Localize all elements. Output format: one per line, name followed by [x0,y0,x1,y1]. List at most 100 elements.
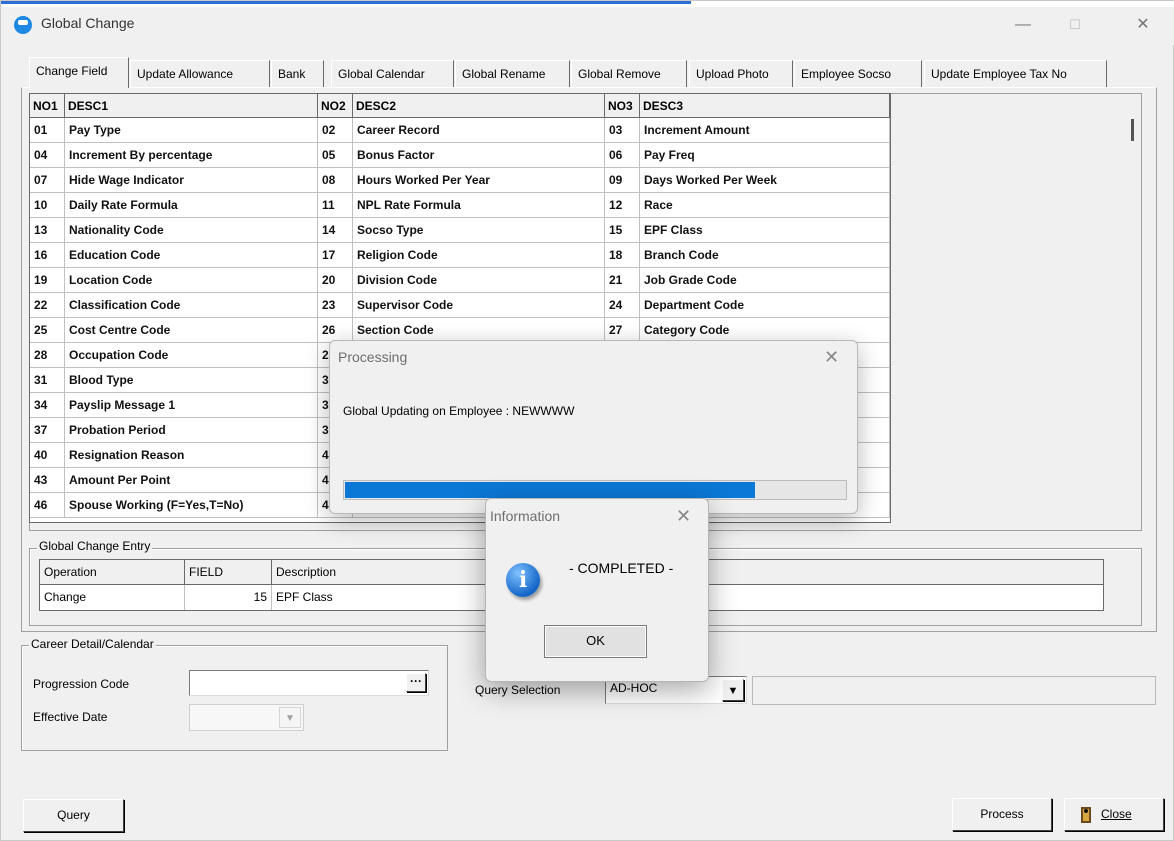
grid-cell-desc3[interactable]: Race [640,193,890,218]
close-button-label: Close [1101,807,1132,821]
grid-cell-no3[interactable]: 18 [605,243,640,268]
grid-cell-no3[interactable]: 21 [605,268,640,293]
grid-cell-no1[interactable]: 25 [30,318,65,343]
grid-cell-desc2[interactable]: Bonus Factor [353,143,605,168]
progression-code-input[interactable] [189,670,429,696]
grid-cell-no3[interactable]: 03 [605,118,640,143]
entry-cell-operation[interactable]: Change [40,585,185,610]
grid-cell-no1[interactable]: 19 [30,268,65,293]
grid-cell-desc1[interactable]: Spouse Working (F=Yes,T=No) [65,493,318,518]
query-selection-extra-field[interactable] [752,676,1156,705]
grid-cell-desc3[interactable]: Pay Freq [640,143,890,168]
grid-cell-desc3[interactable]: Branch Code [640,243,890,268]
vertical-scrollbar[interactable] [1123,97,1140,527]
grid-cell-no2[interactable]: 17 [318,243,353,268]
grid-header-no2: NO2 [318,94,353,118]
tab-update-employee-tax-no[interactable]: Update Employee Tax No [924,60,1107,87]
grid-cell-desc2[interactable]: Career Record [353,118,605,143]
information-close-icon[interactable]: ✕ [676,506,691,527]
grid-cell-desc2[interactable]: Religion Code [353,243,605,268]
grid-cell-no2[interactable]: 05 [318,143,353,168]
grid-cell-desc1[interactable]: Cost Centre Code [65,318,318,343]
grid-cell-no2[interactable]: 02 [318,118,353,143]
entry-cell-field[interactable]: 15 [185,585,272,610]
grid-cell-no1[interactable]: 16 [30,243,65,268]
grid-cell-no1[interactable]: 01 [30,118,65,143]
grid-cell-no2[interactable]: 11 [318,193,353,218]
grid-cell-desc3[interactable]: Days Worked Per Week [640,168,890,193]
grid-cell-no2[interactable]: 20 [318,268,353,293]
effective-date-dropdown-icon[interactable]: ▼ [279,707,301,728]
grid-cell-desc1[interactable]: Education Code [65,243,318,268]
grid-cell-no1[interactable]: 22 [30,293,65,318]
grid-cell-no1[interactable]: 13 [30,218,65,243]
grid-cell-desc3[interactable]: Increment Amount [640,118,890,143]
entry-header-field: FIELD [185,560,272,585]
grid-cell-no1[interactable]: 34 [30,393,65,418]
grid-cell-desc1[interactable]: Increment By percentage [65,143,318,168]
close-window-button[interactable]: ✕ [1127,11,1159,39]
grid-cell-desc1[interactable]: Nationality Code [65,218,318,243]
grid-cell-desc1[interactable]: Amount Per Point [65,468,318,493]
grid-cell-desc3[interactable]: EPF Class [640,218,890,243]
grid-cell-no1[interactable]: 04 [30,143,65,168]
ok-button[interactable]: OK [544,625,647,658]
grid-cell-desc3[interactable]: Department Code [640,293,890,318]
grid-cell-no1[interactable]: 37 [30,418,65,443]
grid-cell-desc2[interactable]: NPL Rate Formula [353,193,605,218]
tab-update-allowance[interactable]: Update Allowance [130,60,270,87]
grid-cell-no3[interactable]: 09 [605,168,640,193]
progression-code-label: Progression Code [33,677,130,691]
grid-cell-no3[interactable]: 06 [605,143,640,168]
tab-global-rename[interactable]: Global Rename [455,60,570,87]
tab-change-field[interactable]: Change Field [29,57,129,88]
grid-cell-no2[interactable]: 08 [318,168,353,193]
progression-lookup-button[interactable]: ··· [406,673,426,692]
grid-cell-desc1[interactable]: Daily Rate Formula [65,193,318,218]
grid-cell-desc2[interactable]: Socso Type [353,218,605,243]
process-button[interactable]: Process [952,798,1052,831]
exit-door-icon [1079,805,1093,825]
grid-cell-no1[interactable]: 40 [30,443,65,468]
grid-cell-desc2[interactable]: Supervisor Code [353,293,605,318]
grid-cell-no1[interactable]: 07 [30,168,65,193]
grid-cell-desc3[interactable]: Job Grade Code [640,268,890,293]
grid-cell-desc1[interactable]: Occupation Code [65,343,318,368]
grid-cell-desc1[interactable]: Classification Code [65,293,318,318]
tab-global-calendar[interactable]: Global Calendar [331,60,454,87]
grid-cell-desc2[interactable]: Division Code [353,268,605,293]
grid-cell-no3[interactable]: 24 [605,293,640,318]
grid-cell-desc1[interactable]: Resignation Reason [65,443,318,468]
grid-cell-desc2[interactable]: Hours Worked Per Year [353,168,605,193]
grid-cell-no3[interactable]: 15 [605,218,640,243]
processing-close-icon[interactable]: ✕ [824,347,839,368]
query-button[interactable]: Query [23,799,124,832]
title-accent [1,1,691,4]
grid-cell-desc1[interactable]: Blood Type [65,368,318,393]
tab-global-remove[interactable]: Global Remove [571,60,687,87]
grid-cell-no1[interactable]: 46 [30,493,65,518]
grid-cell-no1[interactable]: 10 [30,193,65,218]
grid-cell-desc1[interactable]: Pay Type [65,118,318,143]
information-dialog-title: Information [490,508,561,524]
grid-cell-desc1[interactable]: Payslip Message 1 [65,393,318,418]
query-selection-dropdown-icon[interactable]: ▼ [722,679,744,701]
scrollbar-thumb[interactable] [1131,119,1134,141]
tab-bank[interactable]: Bank [271,60,324,87]
grid-cell-desc1[interactable]: Probation Period [65,418,318,443]
grid-cell-no1[interactable]: 31 [30,368,65,393]
maximize-button[interactable]: ☐ [1059,11,1091,39]
global-change-window: Global Change — ☐ ✕ Change Field Update … [0,0,1174,841]
minimize-button[interactable]: — [1007,11,1039,39]
grid-cell-no3[interactable]: 12 [605,193,640,218]
grid-cell-no2[interactable]: 14 [318,218,353,243]
grid-cell-desc1[interactable]: Hide Wage Indicator [65,168,318,193]
grid-cell-desc1[interactable]: Location Code [65,268,318,293]
grid-cell-no1[interactable]: 28 [30,343,65,368]
close-button[interactable]: Close [1064,798,1164,831]
grid-cell-no2[interactable]: 23 [318,293,353,318]
tab-employee-socso[interactable]: Employee Socso [794,60,922,87]
tab-upload-photo[interactable]: Upload Photo [689,60,793,87]
career-detail-group [21,645,448,751]
grid-cell-no1[interactable]: 43 [30,468,65,493]
